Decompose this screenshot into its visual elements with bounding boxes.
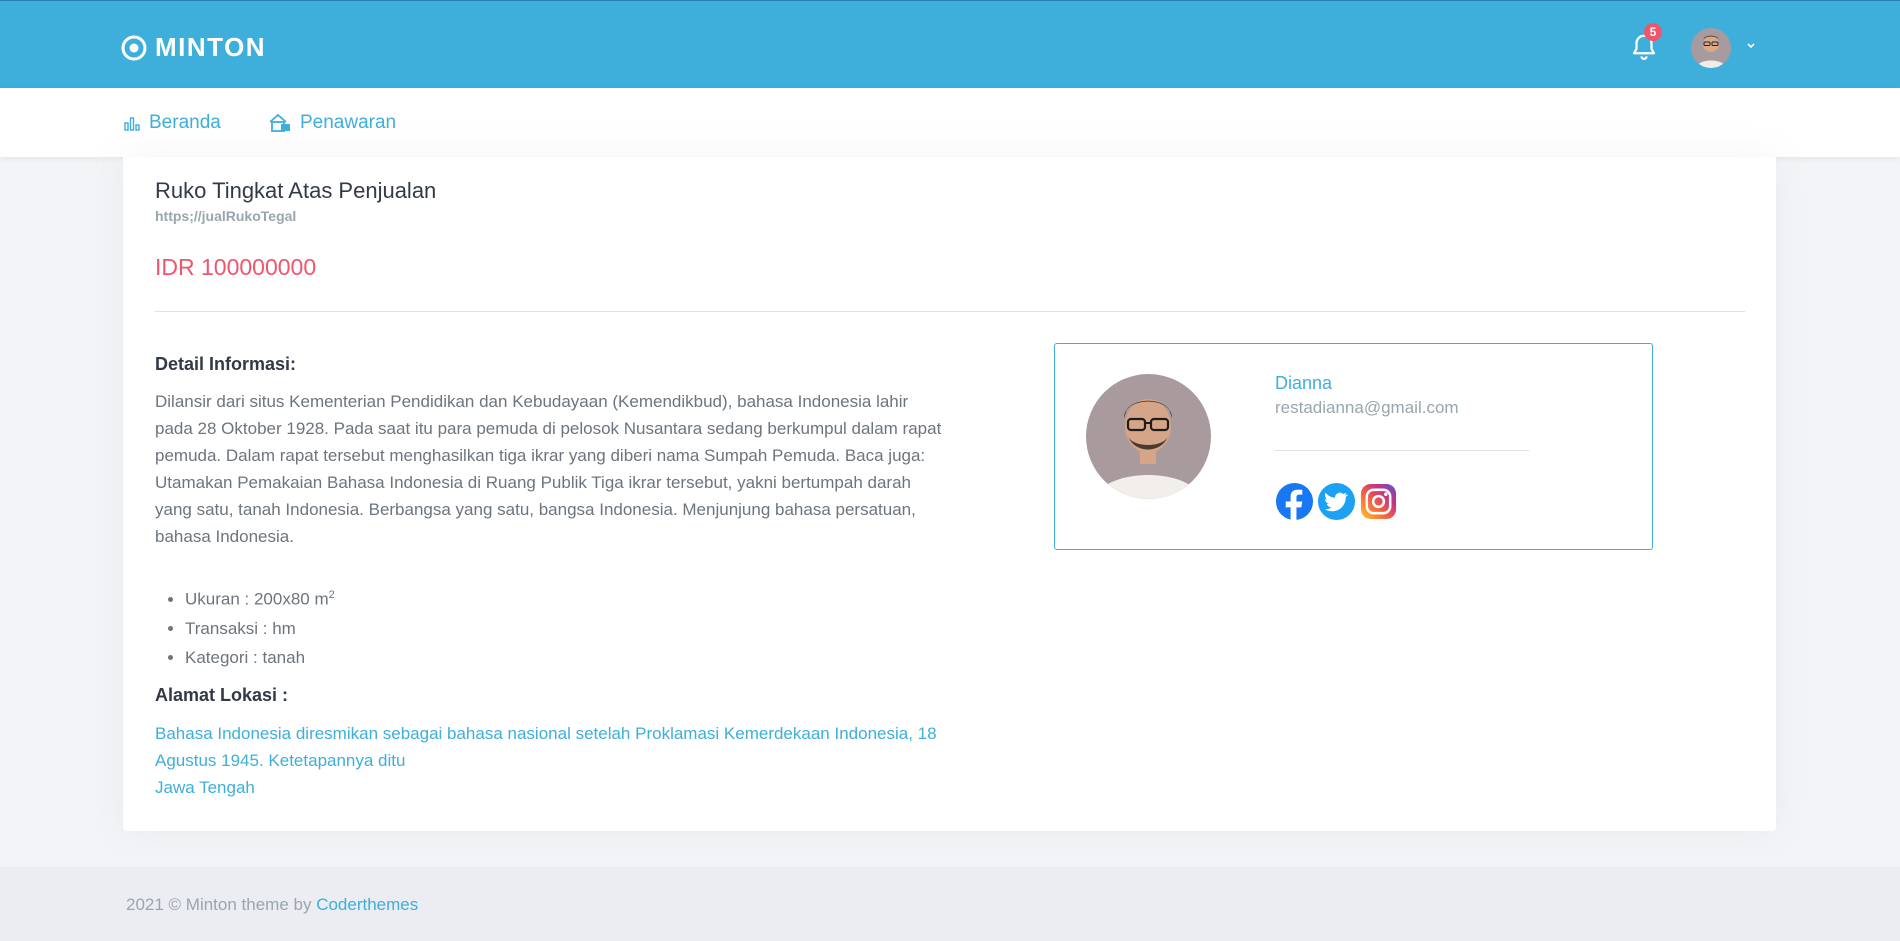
listing-price: IDR 100000000	[155, 254, 317, 280]
nav-item-penawaran[interactable]: Penawaran	[268, 112, 396, 134]
house-icon	[269, 113, 290, 132]
listing-title: Ruko Tingkat Atas Penjualan	[155, 178, 437, 203]
nav-label: Penawaran	[300, 112, 397, 133]
listing-description: Dilansir dari situs Kementerian Pendidik…	[155, 392, 942, 546]
agent-avatar	[1086, 374, 1211, 499]
listing-url: https;//jualRukoTegal	[155, 208, 297, 224]
main-navbar: Beranda Penawaran	[0, 88, 1900, 157]
twitter-icon[interactable]	[1317, 482, 1356, 521]
agent-divider	[1275, 450, 1529, 451]
notification-badge: 5	[1644, 23, 1662, 41]
address-region: Jawa Tengah	[155, 778, 255, 797]
user-avatar[interactable]	[1691, 28, 1731, 68]
spec-list: Ukuran : 200x80 m2 Transaksi : hm Katego…	[155, 581, 335, 672]
nav-item-beranda[interactable]: Beranda	[123, 112, 221, 134]
address-line: Bahasa Indonesia diresmikan sebagai baha…	[155, 724, 937, 770]
facebook-icon[interactable]	[1275, 482, 1314, 521]
spec-category: Kategori : tanah	[185, 643, 335, 672]
logo[interactable]: MINTON	[121, 32, 266, 63]
agent-email: restadianna@gmail.com	[1275, 398, 1459, 417]
topbar: MINTON 5	[0, 0, 1900, 88]
spec-size: Ukuran : 200x80 m2	[185, 581, 335, 614]
instagram-icon[interactable]	[1359, 482, 1398, 521]
address-heading: Alamat Lokasi :	[155, 685, 289, 705]
logo-text: MINTON	[155, 32, 267, 62]
footer-copyright: 2021 © Minton theme by	[126, 895, 317, 914]
nav-label: Beranda	[149, 112, 221, 133]
detail-heading: Detail Informasi:	[155, 354, 297, 374]
divider	[155, 311, 1745, 312]
chevron-down-icon[interactable]	[1744, 39, 1758, 53]
bar-chart-icon	[124, 117, 140, 131]
footer-text: 2021 © Minton theme by Coderthemes	[126, 895, 418, 915]
agent-name[interactable]: Dianna	[1275, 373, 1332, 394]
address-text[interactable]: Bahasa Indonesia diresmikan sebagai baha…	[155, 720, 955, 801]
spec-transaction: Transaksi : hm	[185, 614, 335, 643]
logo-icon	[121, 35, 147, 60]
footer-link[interactable]: Coderthemes	[316, 895, 418, 914]
